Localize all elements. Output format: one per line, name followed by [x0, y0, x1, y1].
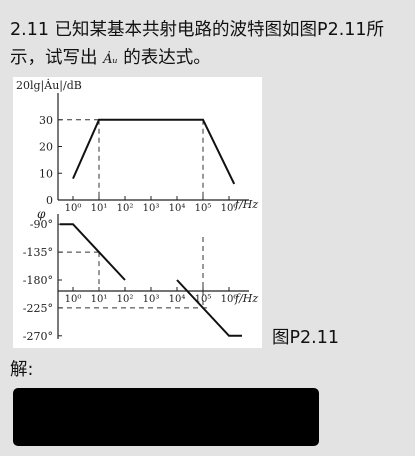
phase-x-label: f/Hz [234, 292, 258, 305]
mag-origin-label: 0 [46, 194, 53, 207]
mag-x-tick-label: 10⁵ [195, 203, 212, 214]
answer-label: 解: [10, 360, 34, 380]
mag-x-tick-label: 10⁴ [169, 203, 186, 214]
mag-x-ticks: 10⁰ 10¹ 10² 10³ 10⁴ 10⁵ 10⁶ [65, 196, 237, 214]
phase-x-ticks: 10⁰ 10¹ 10² 10³ 10⁴ 10⁵ 10⁶ [65, 287, 237, 305]
phase-y-tick-label: -180° [23, 274, 53, 287]
phase-y-tick-label: -135° [23, 246, 53, 259]
bode-plot-figure: 20lg|Ȧu|/dB 10 20 30 0 10⁰ 10¹ 10² 10³ 10⁴ 10⁵ 10… [13, 77, 262, 348]
mag-y-tick-label: 10 [39, 167, 53, 180]
phase-x-tick-label: 10² [117, 294, 134, 305]
mag-y-tick-label: 20 [39, 141, 53, 154]
mag-x-tick-label: 10⁰ [65, 203, 82, 214]
problem-line-2: 示，试写出 Ȧᵤ 的表达式。 [10, 44, 410, 74]
mag-x-tick-label: 10¹ [91, 203, 108, 214]
mag-x-tick-label: 10² [117, 203, 134, 214]
magnitude-curve [72, 118, 236, 185]
problem-statement: 2.11 已知某基本共射电路的波特图如图P2.11所 示，试写出 Ȧᵤ 的表达式… [10, 16, 410, 74]
answer-redaction-box [13, 388, 319, 446]
problem-text-a: 示，试写出 [10, 48, 98, 68]
problem-line-1: 2.11 已知某基本共射电路的波特图如图P2.11所 [10, 20, 385, 40]
mag-guide-lines [58, 119, 204, 200]
problem-text-b: 的表达式。 [123, 48, 211, 68]
figure-caption: 图P2.11 [272, 328, 340, 348]
phase-plot: φ -90°-135°-180°-225°-270° 10⁰ 10¹ 10² 10³ 1… [23, 207, 259, 343]
phase-y-tick-label: -270° [23, 330, 53, 343]
gain-symbol: Ȧᵤ [103, 52, 118, 67]
phase-y-ticks: -90° -135° -180° -225° -270° [23, 218, 62, 343]
bode-plot-svg: 20lg|Ȧu|/dB 10 20 30 0 10⁰ 10¹ 10² 10³ 10⁴ 10⁵ 10… [16, 78, 259, 343]
phase-x-tick-label: 10¹ [91, 294, 108, 305]
mag-x-label: f/Hz [234, 198, 258, 211]
mag-y-label: 20lg|Ȧu|/dB [16, 78, 82, 93]
phase-y-tick-label: -90° [30, 218, 53, 231]
phase-x-tick-label: 10⁰ [65, 294, 82, 305]
mag-x-tick-label: 10³ [143, 203, 160, 214]
phase-curves [60, 223, 242, 337]
phase-y-tick-label: -225° [23, 302, 53, 315]
phase-x-tick-label: 10⁴ [169, 294, 186, 305]
magnitude-plot: 20lg|Ȧu|/dB 1020300 10⁰ 10¹ 10² 10³ 10⁴ 10⁵ 10… [16, 78, 258, 214]
mag-y-tick-label: 30 [39, 114, 53, 127]
phase-x-tick-label: 10³ [143, 294, 160, 305]
